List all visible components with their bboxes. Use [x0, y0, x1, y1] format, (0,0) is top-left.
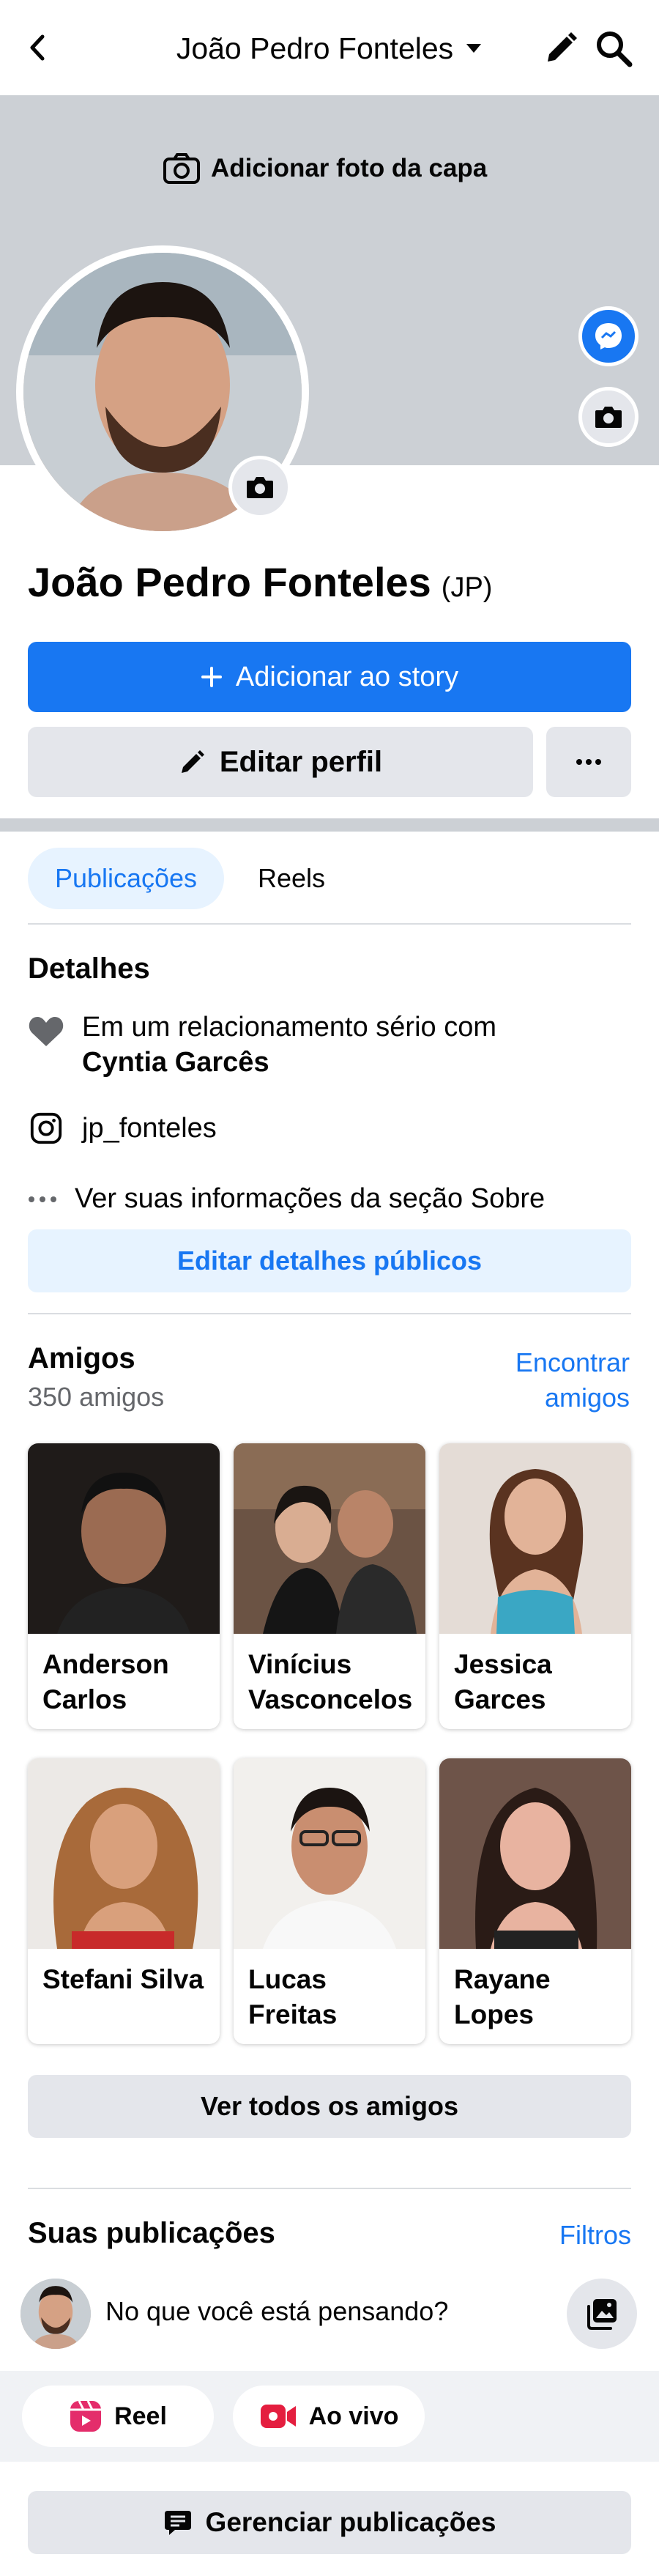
details-heading: Detalhes	[28, 952, 150, 985]
add-photo-button[interactable]	[567, 2279, 637, 2349]
photo-gallery-icon	[584, 2296, 619, 2331]
post-composer-input[interactable]: No que você está pensando?	[105, 2296, 448, 2327]
live-label: Ao vivo	[308, 2402, 399, 2430]
friend-photo	[234, 1758, 425, 1949]
full-name: João Pedro Fonteles	[28, 559, 431, 605]
divider	[28, 2188, 631, 2189]
section-divider	[0, 818, 659, 832]
profile-camera-button[interactable]	[228, 456, 291, 519]
friend-photo	[28, 1443, 220, 1634]
pencil-icon[interactable]	[542, 29, 580, 67]
friend-photo	[439, 1443, 631, 1634]
add-cover-photo-button[interactable]: Adicionar foto da capa	[163, 147, 499, 190]
live-video-icon	[259, 2402, 297, 2431]
divider	[28, 923, 631, 925]
add-to-story-button[interactable]: Adicionar ao story	[28, 642, 631, 712]
friend-card[interactable]: Anderson Carlos	[28, 1443, 220, 1729]
messenger-icon	[592, 320, 625, 352]
ellipsis-icon	[28, 1196, 57, 1203]
more-options-button[interactable]	[546, 727, 631, 797]
edit-profile-button[interactable]: Editar perfil	[28, 727, 533, 797]
friend-name: Stefani Silva	[42, 1964, 204, 1994]
see-all-friends-button[interactable]: Ver todos os amigos	[28, 2075, 631, 2138]
instagram-icon	[28, 1111, 64, 1146]
heart-icon	[28, 1014, 64, 1048]
manage-posts-label: Gerenciar publicações	[205, 2507, 496, 2537]
friend-name: Rayane Lopes	[454, 1964, 551, 2029]
add-to-story-label: Adicionar ao story	[235, 661, 459, 692]
friend-card[interactable]: Lucas Freitas	[234, 1758, 425, 2044]
instagram-row[interactable]: jp_fonteles	[28, 1111, 217, 1146]
divider	[28, 1313, 631, 1314]
plus-icon	[201, 666, 223, 688]
friend-photo	[439, 1758, 631, 1949]
friend-card[interactable]: Vinícius Vasconcelos	[234, 1443, 425, 1729]
search-icon[interactable]	[593, 28, 634, 69]
friend-name: Lucas Freitas	[248, 1964, 338, 2029]
pencil-icon	[179, 748, 206, 776]
camera-outline-icon	[163, 152, 201, 185]
header-title: João Pedro Fonteles	[176, 31, 454, 65]
profile-switcher[interactable]: João Pedro Fonteles	[168, 29, 491, 67]
relationship-text: Em um relacionamento sério com	[82, 1012, 496, 1043]
friend-card[interactable]: Jessica Garces	[439, 1443, 631, 1729]
friend-name: Anderson Carlos	[42, 1649, 169, 1714]
edit-profile-label: Editar perfil	[219, 745, 383, 778]
comment-list-icon	[163, 2508, 193, 2537]
caret-down-icon	[465, 42, 483, 54]
camera-icon	[245, 475, 275, 500]
find-friends-link[interactable]: Encontrar amigos	[483, 1345, 630, 1415]
friends-heading: Amigos	[28, 1342, 135, 1374]
instagram-handle: jp_fonteles	[82, 1113, 217, 1144]
reel-button[interactable]: Reel	[22, 2386, 214, 2447]
friend-photo	[28, 1758, 220, 1949]
relationship-row: Em um relacionamento sério com Cyntia Ga…	[28, 1010, 496, 1080]
nickname: (JP)	[441, 572, 493, 603]
about-link: Ver suas informações da seção Sobre	[75, 1183, 546, 1214]
friend-card[interactable]: Rayane Lopes	[439, 1758, 631, 2044]
profile-name: João Pedro Fonteles (JP)	[28, 557, 492, 613]
friend-photo	[234, 1443, 425, 1634]
friend-name: Vinícius Vasconcelos	[248, 1649, 413, 1714]
add-cover-label: Adicionar foto da capa	[211, 154, 488, 182]
manage-posts-button[interactable]: Gerenciar publicações	[28, 2491, 631, 2554]
tab-publicacoes[interactable]: Publicações	[28, 848, 224, 909]
tab-reels[interactable]: Reels	[247, 848, 335, 909]
live-button[interactable]: Ao vivo	[233, 2386, 425, 2447]
about-row[interactable]: Ver suas informações da seção Sobre	[28, 1181, 545, 1216]
filters-link[interactable]: Filtros	[513, 2220, 631, 2251]
friends-count: 350 amigos	[28, 1382, 165, 1412]
reel-label: Reel	[114, 2402, 167, 2430]
camera-icon	[594, 404, 623, 429]
edit-public-details-button[interactable]: Editar detalhes públicos	[28, 1229, 631, 1292]
messenger-button[interactable]	[578, 306, 638, 366]
friend-card[interactable]: Stefani Silva	[28, 1758, 220, 2044]
friend-name: Jessica Garces	[454, 1649, 552, 1714]
back-arrow-icon[interactable]	[21, 29, 57, 66]
ellipsis-icon	[576, 758, 602, 766]
reel-icon	[69, 2399, 103, 2433]
relationship-partner-link[interactable]: Cyntia Garcês	[82, 1045, 496, 1080]
cover-camera-button[interactable]	[578, 387, 638, 447]
posts-heading: Suas publicações	[28, 2217, 275, 2249]
avatar[interactable]	[21, 2279, 91, 2349]
